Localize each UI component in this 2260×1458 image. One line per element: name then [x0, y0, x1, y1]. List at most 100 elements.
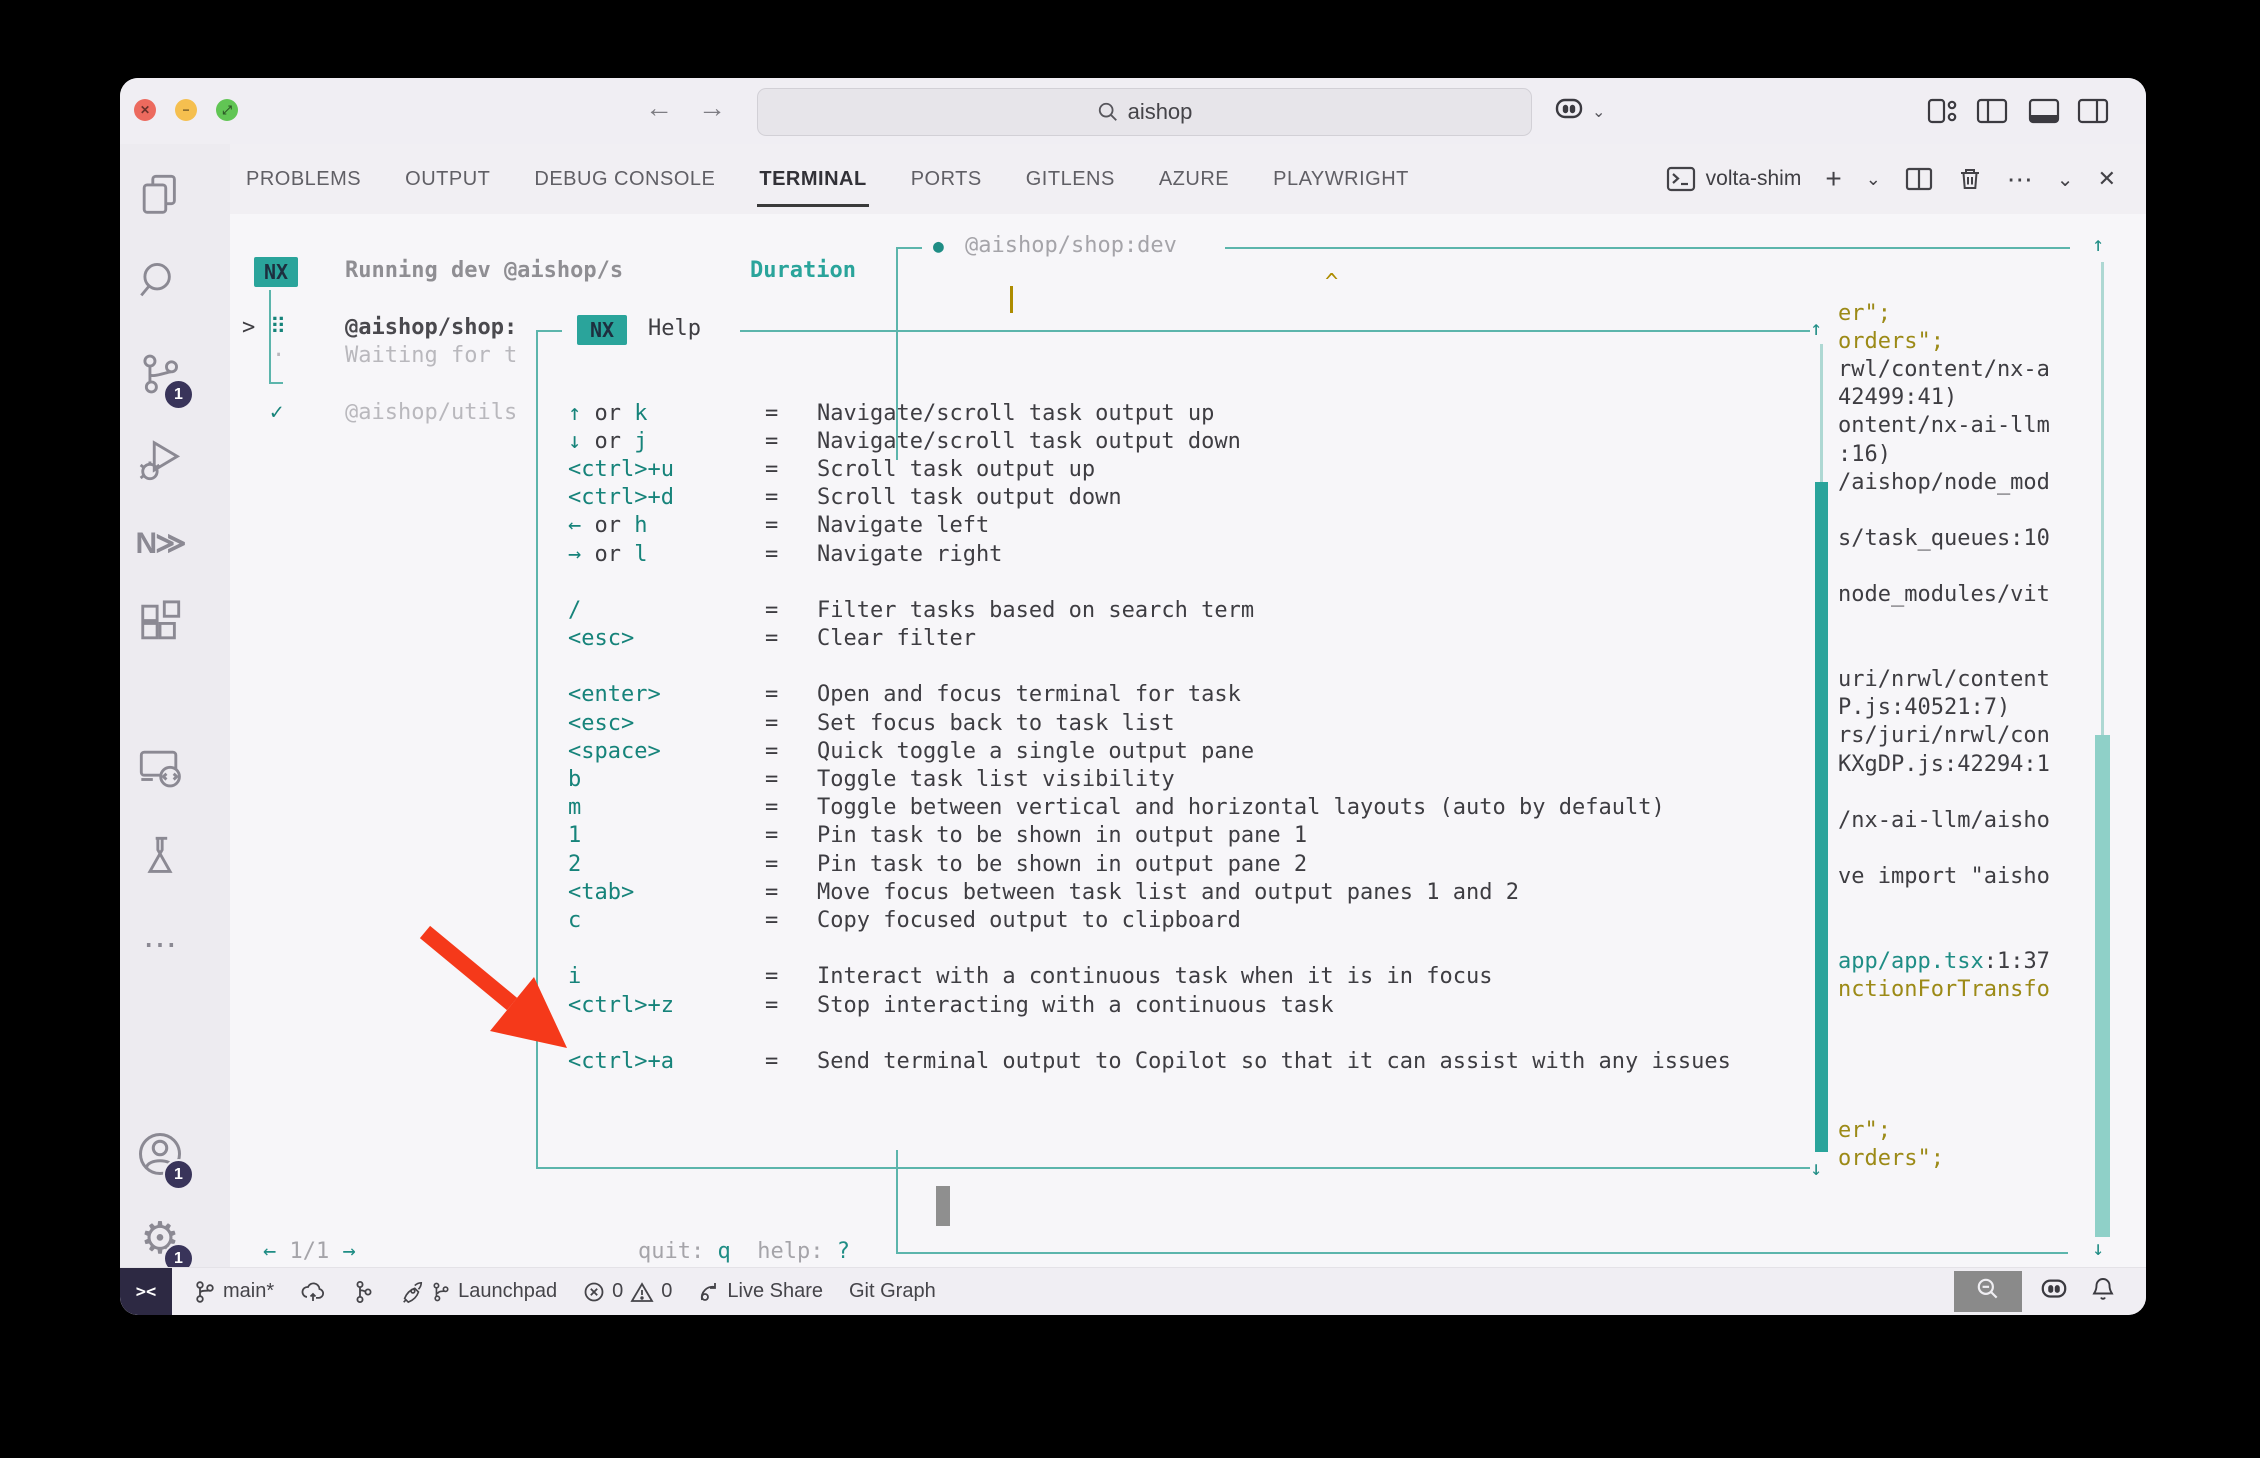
tab-ports[interactable]: PORTS — [911, 168, 982, 191]
more-actions-button[interactable]: ⋯ — [2007, 164, 2033, 195]
quit-key: q — [717, 1239, 730, 1264]
scroll-up-icon[interactable]: ↑ — [1810, 316, 1822, 340]
pager-left-arrow-icon[interactable]: ← — [263, 1239, 276, 1264]
close-window-button[interactable]: ✕ — [134, 99, 156, 121]
live-share-label: Live Share — [727, 1280, 823, 1303]
minimize-window-button[interactable]: − — [175, 99, 197, 121]
launchpad-button[interactable]: Launchpad — [400, 1280, 557, 1304]
task-row-name[interactable]: @aishop/shop: — [345, 315, 517, 340]
output-pane2-blank-line — [1838, 778, 2094, 806]
inner-scrollbar-track[interactable] — [1820, 344, 1823, 482]
copilot-status-button[interactable] — [2038, 1275, 2070, 1309]
new-terminal-button[interactable]: + — [1825, 163, 1841, 195]
terminal-instance-selector[interactable]: volta-shim — [1666, 166, 1802, 192]
cloud-upload-icon — [300, 1281, 326, 1303]
output-pane2-line: P.js:40521:7) — [1838, 694, 2094, 722]
output-pane2-blank-line — [1838, 919, 2094, 947]
pager-position: 1/1 — [290, 1239, 330, 1264]
output-pane2-line: rwl/content/nx-a — [1838, 355, 2094, 383]
sidebar-item-search[interactable] — [130, 251, 190, 311]
outer-scrollbar-thumb[interactable] — [2095, 735, 2110, 1237]
live-share-button[interactable]: Live Share — [698, 1280, 823, 1303]
tab-debug-console[interactable]: DEBUG CONSOLE — [534, 168, 715, 191]
help-row-blank — [568, 935, 1731, 963]
maximize-panel-chevron-icon[interactable]: ⌄ — [2057, 167, 2074, 192]
node-graph-icon — [431, 1281, 451, 1303]
tab-gitlens[interactable]: GITLENS — [1026, 168, 1115, 191]
zoom-window-button[interactable]: ⤢ — [216, 99, 238, 121]
notifications-button[interactable] — [2090, 1276, 2116, 1308]
help-row: /=Filter tasks based on search term — [568, 596, 1731, 624]
git-branch-button[interactable]: main* — [194, 1280, 274, 1304]
toggle-panel-button[interactable] — [2027, 98, 2061, 129]
navigate-forward-button[interactable]: → — [698, 92, 726, 124]
scroll-down-icon[interactable]: ↓ — [1810, 1156, 1822, 1180]
terminal-cursor — [1010, 286, 1013, 313]
accounts-button[interactable]: 1 — [130, 1124, 190, 1184]
help-key: ? — [837, 1239, 850, 1264]
output-pane2-blank-line — [1838, 496, 2094, 524]
sync-changes-button[interactable] — [300, 1281, 326, 1303]
tab-azure[interactable]: AZURE — [1159, 168, 1229, 191]
split-terminal-button[interactable] — [1905, 167, 1933, 191]
sidebar-item-source-control[interactable]: 1 — [130, 344, 190, 404]
copilot-menu-button[interactable]: ⌄ — [1552, 94, 1605, 129]
inner-scrollbar-thumb[interactable] — [1815, 482, 1828, 1152]
help-row: 1=Pin task to be shown in output pane 1 — [568, 822, 1731, 850]
settings-button[interactable]: ⚙ 1 — [130, 1208, 190, 1268]
terminal-dropdown-chevron-icon[interactable]: ⌄ — [1866, 169, 1881, 190]
kill-terminal-trash-button[interactable] — [1957, 166, 1983, 192]
close-panel-button[interactable]: ✕ — [2098, 166, 2116, 192]
additional-views-ellipsis-icon[interactable]: ⋯ — [130, 915, 190, 975]
nx-help-badge: NX — [577, 315, 627, 345]
command-center-search[interactable]: aishop — [757, 88, 1532, 136]
git-graph-view-button[interactable] — [352, 1280, 374, 1304]
outer-scrollbar-track[interactable] — [2101, 262, 2104, 735]
pager-control[interactable]: ← 1/1 → — [263, 1239, 356, 1264]
output-pane2-blank-line — [1838, 1032, 2094, 1060]
sidebar-item-nx-console[interactable]: N≫ — [130, 513, 190, 573]
help-row: ↓ or j=Navigate/scroll task output down — [568, 427, 1731, 455]
sidebar-item-explorer[interactable] — [130, 165, 190, 225]
output-pane-label: @aishop/shop:dev — [965, 233, 1177, 258]
navigate-back-button[interactable]: ← — [645, 92, 673, 124]
sidebar-item-remote-explorer[interactable] — [130, 738, 190, 798]
title-bar: ✕ − ⤢ ← → aishop ⌄ — [120, 78, 2146, 144]
output-pane-border-top-stub — [896, 247, 922, 249]
output-pane2-blank-line — [1838, 1060, 2094, 1088]
output-pane2-line: er"; — [1838, 1116, 2094, 1144]
output-pane2-line: /aishop/node_mod — [1838, 468, 2094, 496]
tab-output[interactable]: OUTPUT — [405, 168, 490, 191]
customize-layout-button[interactable] — [1926, 98, 1960, 129]
toggle-primary-sidebar-button[interactable] — [1975, 98, 2009, 129]
sidebar-item-extensions[interactable] — [130, 592, 190, 652]
chevron-down-icon: ⌄ — [1592, 102, 1605, 122]
tab-playwright[interactable]: PLAYWRIGHT — [1273, 168, 1409, 191]
sidebar-item-testing[interactable] — [130, 827, 190, 887]
panel-tab-bar: PROBLEMS OUTPUT DEBUG CONSOLE TERMINAL P… — [246, 144, 1409, 214]
task-check-icon: ✓ — [270, 400, 283, 425]
tab-problems[interactable]: PROBLEMS — [246, 168, 361, 191]
toggle-secondary-sidebar-button[interactable] — [2076, 98, 2110, 129]
help-row: m=Toggle between vertical and horizontal… — [568, 794, 1731, 822]
problems-counter[interactable]: 0 0 — [583, 1280, 672, 1303]
zoom-out-status-button[interactable] — [1954, 1271, 2022, 1312]
output-pane2-line: /nx-ai-llm/aisho — [1838, 806, 2094, 834]
branch-name: main* — [223, 1280, 274, 1303]
pager-right-arrow-icon[interactable]: → — [343, 1239, 356, 1264]
help-box-border-top-stub — [536, 330, 562, 332]
scroll-down-icon[interactable]: ↓ — [2092, 1236, 2104, 1260]
accounts-badge: 1 — [163, 1159, 194, 1190]
warning-count: 0 — [661, 1280, 672, 1303]
tab-terminal[interactable]: TERMINAL — [759, 168, 866, 191]
sidebar-item-run-debug[interactable] — [130, 430, 190, 490]
scroll-up-icon[interactable]: ↑ — [2092, 232, 2104, 256]
remote-indicator-button[interactable]: >< — [120, 1268, 172, 1315]
task-row-name[interactable]: @aishop/utils — [345, 400, 517, 425]
output-pane2-blank-line — [1838, 637, 2094, 665]
annotation-arrow — [380, 880, 680, 1100]
help-row: b=Toggle task list visibility — [568, 765, 1731, 793]
help-row: <ctrl>+a=Send terminal output to Copilot… — [568, 1047, 1731, 1075]
output-pane2-line: rs/juri/nrwl/con — [1838, 722, 2094, 750]
git-graph-status-button[interactable]: Git Graph — [849, 1280, 936, 1303]
